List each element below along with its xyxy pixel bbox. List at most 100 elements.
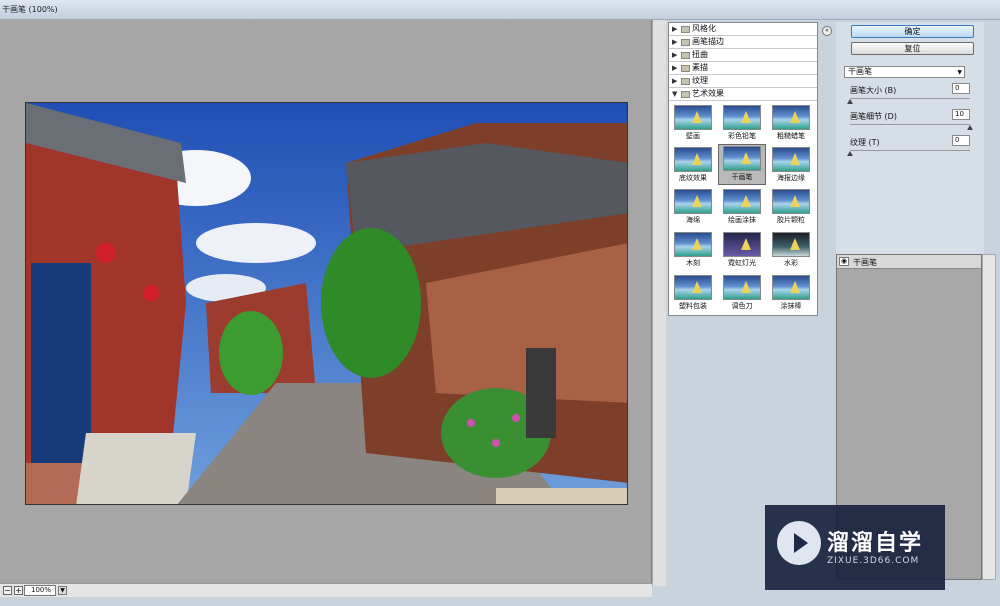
- collapse-arrow-icon: ▼: [672, 90, 678, 98]
- thumb-label: 绘画涂抹: [728, 216, 756, 224]
- thumbnail-image: [772, 232, 810, 257]
- thumbnail-image: [723, 189, 761, 214]
- slider-knob[interactable]: [847, 151, 853, 156]
- thumb-paint-daubs[interactable]: 绘画涂抹: [722, 188, 762, 225]
- folder-icon: [681, 91, 690, 98]
- thumb-poster-edges[interactable]: 海报边缘: [771, 146, 811, 183]
- watermark-title: 溜溜自学: [827, 531, 924, 556]
- watermark: 溜溜自学 ZIXUE.3D66.COM: [765, 505, 945, 590]
- zoom-dropdown-icon[interactable]: ▼: [58, 586, 67, 595]
- category-label: 纹理: [692, 76, 708, 85]
- thumbnail-image: [674, 275, 712, 300]
- zoom-out-button[interactable]: −: [3, 586, 12, 595]
- thumb-label: 调色刀: [731, 302, 753, 310]
- category-label: 艺术效果: [692, 89, 724, 98]
- ok-button[interactable]: 确定: [851, 25, 974, 38]
- street-scene-image: [26, 103, 627, 504]
- param-value-input[interactable]: 0: [952, 135, 970, 146]
- filter-select-value: 干画笔: [848, 67, 872, 76]
- expand-arrow-icon: ▶: [672, 51, 678, 59]
- thumb-plastic-wrap[interactable]: 塑料包装: [673, 274, 713, 311]
- thumbnail-image: [674, 189, 712, 214]
- thumb-label: 彩色铅笔: [728, 132, 756, 140]
- thumb-watercolor[interactable]: 水彩: [771, 231, 811, 268]
- param-brush-size: 画笔大小 (B) 0: [847, 83, 970, 109]
- param-brush-detail: 画笔细节 (D) 10: [850, 109, 973, 135]
- category-distort[interactable]: ▶ 扭曲: [669, 49, 817, 62]
- thumbnail-image: [674, 147, 712, 172]
- filter-select[interactable]: 干画笔 ▼: [844, 66, 965, 78]
- dropdown-arrow-icon: ▼: [957, 69, 962, 76]
- folder-icon: [681, 65, 690, 72]
- thumb-sponge[interactable]: 海绵: [673, 188, 713, 225]
- slider-knob[interactable]: [967, 125, 973, 130]
- thumb-dry-brush-selected[interactable]: 干画笔: [718, 144, 766, 185]
- param-label: 画笔大小 (B): [850, 86, 897, 95]
- thumb-label: 木刻: [686, 259, 700, 267]
- watermark-subtitle: ZIXUE.3D66.COM: [827, 556, 920, 566]
- thumb-underpainting[interactable]: 底纹效果: [673, 146, 713, 183]
- eye-icon[interactable]: ◉: [839, 257, 849, 266]
- thumb-label: 胶片颗粒: [777, 216, 805, 224]
- thumb-cutout[interactable]: 木刻: [673, 231, 713, 268]
- thumb-neon-glow[interactable]: 霓虹灯光: [722, 231, 762, 268]
- reset-button[interactable]: 复位: [851, 42, 974, 55]
- collapse-gallery-icon[interactable]: «: [822, 26, 832, 36]
- play-logo-icon: [777, 521, 821, 565]
- param-value-input[interactable]: 0: [952, 83, 970, 94]
- thumb-film-grain[interactable]: 胶片颗粒: [771, 188, 811, 225]
- effect-layer-row[interactable]: ◉ 干画笔: [837, 255, 981, 269]
- preview-image: [25, 102, 628, 505]
- slider-track[interactable]: [850, 98, 970, 99]
- thumb-label: 海报边缘: [777, 174, 805, 182]
- folder-icon: [681, 52, 690, 59]
- param-label: 画笔细节 (D): [850, 112, 897, 121]
- preview-scrollbar[interactable]: [652, 20, 666, 586]
- thumbnail-image: [772, 147, 810, 172]
- slider-track[interactable]: [850, 150, 970, 151]
- thumb-colored-pencil[interactable]: 彩色铅笔: [722, 104, 762, 141]
- thumb-label: 霓虹灯光: [728, 259, 756, 267]
- layers-scrollbar[interactable]: [982, 254, 996, 580]
- thumbnail-image: [772, 189, 810, 214]
- expand-arrow-icon: ▶: [672, 25, 678, 33]
- category-label: 画笔描边: [692, 37, 724, 46]
- category-sketch[interactable]: ▶ 素描: [669, 62, 817, 75]
- param-texture: 纹理 (T) 0: [847, 135, 970, 161]
- preview-status-bar: − + 100% ▼: [0, 583, 652, 597]
- thumbnail-image: [772, 275, 810, 300]
- category-stylize[interactable]: ▶ 风格化: [669, 23, 817, 36]
- folder-icon: [681, 78, 690, 85]
- thumb-rough-pastels[interactable]: 粗糙蜡笔: [771, 104, 811, 141]
- category-artistic[interactable]: ▼ 艺术效果: [669, 88, 817, 101]
- folder-icon: [681, 39, 690, 46]
- category-brush-strokes[interactable]: ▶ 画笔描边: [669, 36, 817, 49]
- thumb-label: 塑料包装: [679, 302, 707, 310]
- param-value-input[interactable]: 10: [952, 109, 970, 120]
- filter-gallery-list: ▶ 风格化 ▶ 画笔描边 ▶ 扭曲 ▶ 素描 ▶ 纹理 ▼ 艺术效果 壁画 彩色铅笔 粗糙蜡…: [668, 22, 818, 316]
- zoom-level-field[interactable]: 100%: [24, 585, 56, 596]
- expand-arrow-icon: ▶: [672, 64, 678, 72]
- slider-knob[interactable]: [847, 99, 853, 104]
- preview-area[interactable]: [0, 20, 652, 586]
- expand-arrow-icon: ▶: [672, 77, 678, 85]
- thumb-label: 海绵: [686, 216, 700, 224]
- effect-layer-label: 干画笔: [853, 258, 877, 267]
- thumb-smudge-stick[interactable]: 涂抹棒: [771, 274, 811, 311]
- param-label: 纹理 (T): [850, 138, 880, 147]
- thumb-palette-knife[interactable]: 调色刀: [722, 274, 762, 311]
- thumb-label: 粗糙蜡笔: [777, 132, 805, 140]
- category-label: 素描: [692, 63, 708, 72]
- filter-gallery-window: 干画笔 (100%) − + 100% ▼ ▶ 风格化 ▶ 画笔描边 ▶ 扭曲 …: [0, 0, 1000, 606]
- thumbnail-image: [674, 232, 712, 257]
- settings-panel: 确定 复位 干画笔 ▼ 画笔大小 (B) 0 画笔细节 (D) 10 纹理 (T…: [836, 22, 984, 254]
- slider-track[interactable]: [850, 124, 970, 125]
- category-texture[interactable]: ▶ 纹理: [669, 75, 817, 88]
- title-bar: 干画笔 (100%): [0, 0, 1000, 20]
- thumb-label: 底纹效果: [679, 174, 707, 182]
- artistic-thumbnails: 壁画 彩色铅笔 粗糙蜡笔 底纹效果 干画笔 海报边缘 海绵 绘画涂抹 胶片颗粒 …: [669, 103, 817, 315]
- thumb-fresco[interactable]: 壁画: [673, 104, 713, 141]
- thumbnail-image: [723, 275, 761, 300]
- expand-arrow-icon: ▶: [672, 38, 678, 46]
- zoom-in-button[interactable]: +: [14, 586, 23, 595]
